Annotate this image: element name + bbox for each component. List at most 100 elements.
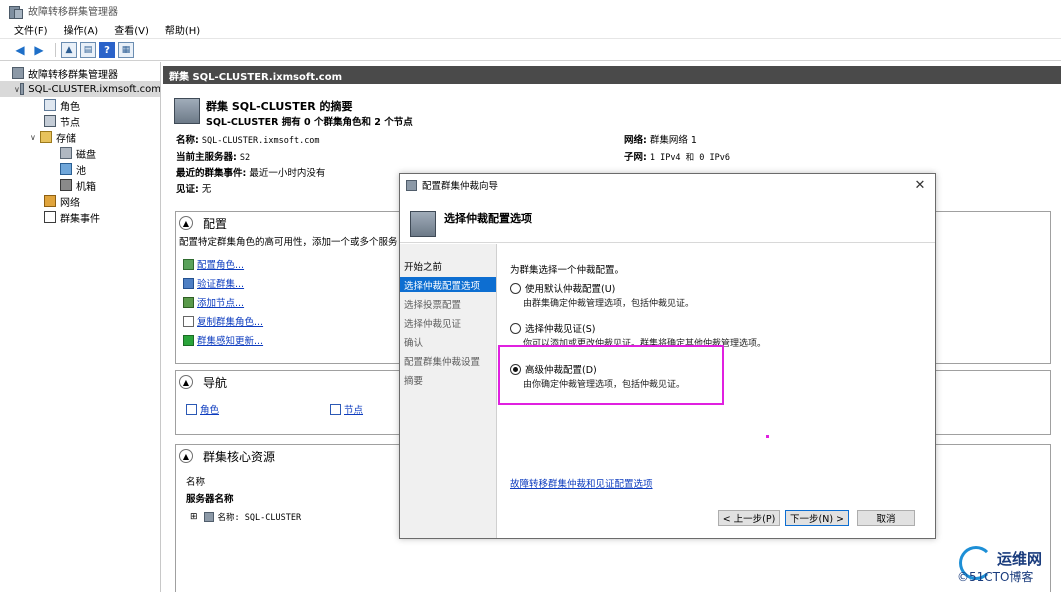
name-value: SQL-CLUSTER.ixmsoft.com (201, 136, 320, 146)
watermark-subtext: ©51CTO博客 (957, 570, 1034, 584)
summary-witness: 见证: 无 (176, 181, 211, 195)
cluster-icon (174, 98, 200, 124)
tree-label: 故障转移群集管理器 (28, 69, 118, 81)
tree-label: 磁盘 (76, 149, 96, 161)
menu-file[interactable]: 文件(F) (14, 22, 48, 37)
tree-item-roles[interactable]: 角色 (44, 97, 80, 113)
subnet-value: 1 IPv4 和 0 IPv6 (649, 153, 730, 163)
tree-item-events[interactable]: 群集事件 (44, 209, 100, 225)
navigation-tree: 故障转移群集管理器 ∨ SQL-CLUSTER.ixmsoft.com 角色 节… (0, 62, 161, 592)
step-before-you-begin: 开始之前 (404, 261, 443, 273)
step-confirm: 确认 (404, 337, 424, 349)
next-button[interactable]: 下一步(N) > (785, 510, 849, 526)
collapse-up-icon[interactable]: ▲ (179, 216, 193, 230)
quorum-wizard-dialog: 配置群集仲裁向导 ✕ 选择仲裁配置选项 开始之前 选择仲裁配置选项 选择投票配置… (399, 173, 936, 539)
group-header: 服务器名称 (186, 494, 234, 505)
link-label: 复制群集角色... (197, 317, 264, 328)
toolbar: ◀ ▶ ▲ ▤ ? ▦ (0, 40, 1061, 61)
dialog-title: 配置群集仲裁向导 (422, 181, 499, 192)
tree-item-root[interactable]: 故障转移群集管理器 (12, 65, 118, 81)
tree-item-enclosures[interactable]: 机箱 (60, 177, 96, 193)
nav-nodes-link[interactable]: 节点 (330, 402, 363, 416)
action-pane-icon[interactable]: ▦ (118, 42, 134, 58)
option-default-quorum[interactable]: 使用默认仲裁配置(U) (510, 281, 615, 295)
menu-view[interactable]: 查看(V) (114, 22, 149, 37)
back-button[interactable]: < 上一步(P) (718, 510, 780, 526)
validate-icon (183, 277, 194, 289)
collapse-up-icon[interactable]: ▲ (179, 449, 193, 463)
radio-button[interactable] (510, 282, 521, 294)
tree-item-networks[interactable]: 网络 (44, 193, 80, 209)
content-header: 群集 SQL-CLUSTER.ixmsoft.com (163, 66, 1061, 84)
tree-item-nodes[interactable]: 节点 (44, 113, 80, 129)
table-row[interactable]: ⊞ 名称: SQL-CLUSTER (190, 511, 301, 523)
cluster-icon (410, 211, 436, 237)
wizard-steps: 开始之前 选择仲裁配置选项 选择投票配置 选择仲裁见证 确认 配置群集仲裁设置 … (400, 244, 497, 538)
tree-label: SQL-CLUSTER.ixmsoft.com (28, 83, 161, 95)
collapse-chevron-icon[interactable]: ∨ (30, 133, 40, 142)
tree-item-storage[interactable]: ∨ 存储 (30, 129, 76, 145)
configure-role-link[interactable]: 配置角色... (183, 257, 244, 271)
forward-arrow-icon[interactable]: ▶ (31, 42, 47, 58)
close-icon[interactable]: ✕ (911, 177, 929, 193)
panel-title: 配置 (203, 216, 228, 231)
tree-item-pools[interactable]: 池 (60, 161, 86, 177)
tree-label: 节点 (60, 117, 80, 129)
menu-help[interactable]: 帮助(H) (165, 22, 200, 37)
cancel-button[interactable]: 取消 (857, 510, 915, 526)
help-icon[interactable]: ? (99, 42, 115, 58)
step-select-witness: 选择仲裁见证 (404, 318, 462, 330)
option-description: 由群集确定仲裁管理选项，包括仲裁见证。 (523, 299, 695, 309)
add-node-link[interactable]: 添加节点... (183, 295, 244, 309)
radio-button[interactable] (510, 322, 521, 334)
back-arrow-icon[interactable]: ◀ (12, 42, 28, 58)
tree-item-cluster[interactable]: ∨ SQL-CLUSTER.ixmsoft.com (0, 81, 161, 97)
expand-plus-icon[interactable]: ⊞ (190, 512, 198, 522)
network-value: 群集网络 1 (649, 135, 697, 146)
tree-label: 存储 (56, 133, 76, 145)
nodes-icon (44, 115, 56, 127)
tree-item-disks[interactable]: 磁盘 (60, 145, 96, 161)
witness-label: 见证: (176, 184, 199, 195)
copy-roles-link[interactable]: 复制群集角色... (183, 314, 263, 328)
show-tree-icon[interactable]: ▤ (80, 42, 96, 58)
radio-button-selected[interactable] (510, 363, 521, 375)
disk-icon (60, 147, 72, 159)
watermark: 运维网 ©51CTO博客 (955, 544, 1061, 592)
validate-cluster-link[interactable]: 验证群集... (183, 276, 244, 290)
summary-network: 网络: 群集网络 1 (624, 132, 697, 146)
storage-icon (40, 131, 52, 143)
option-label: 使用默认仲裁配置(U) (525, 284, 616, 295)
option-advanced-quorum[interactable]: 高级仲裁配置(D) (510, 362, 597, 376)
option-description: 你可以添加或更改仲裁见证。群集将确定其他仲裁管理选项。 (523, 339, 767, 349)
step-select-quorum-option: 选择仲裁配置选项 (400, 277, 496, 292)
copy-icon (183, 315, 194, 327)
quorum-help-link[interactable]: 故障转移群集仲裁和见证配置选项 (510, 476, 653, 490)
resource-name: 名称: SQL-CLUSTER (217, 513, 302, 523)
summary-name: 名称: SQL-CLUSTER.ixmsoft.com (176, 132, 320, 146)
subnet-label: 子网: (624, 152, 647, 163)
tree-label: 机箱 (76, 181, 96, 193)
events-icon (44, 211, 56, 223)
tree-label: 角色 (60, 101, 80, 113)
step-configure-quorum: 配置群集仲裁设置 (404, 356, 481, 368)
witness-value: 无 (201, 184, 212, 195)
window-titlebar: 故障转移群集管理器 (0, 0, 1061, 21)
link-label: 角色 (200, 405, 220, 416)
enclosure-icon (60, 179, 72, 191)
menu-bar: 文件(F) 操作(A) 查看(V) 帮助(H) (0, 21, 1061, 39)
step-select-voting: 选择投票配置 (404, 299, 462, 311)
roles-icon (44, 99, 56, 111)
cluster-aware-update-link[interactable]: 群集感知更新... (183, 333, 263, 347)
link-label: 节点 (344, 405, 364, 416)
menu-action[interactable]: 操作(A) (64, 22, 99, 37)
column-header-name[interactable]: 名称 (186, 474, 205, 488)
summary-subnet: 子网: 1 IPv4 和 0 IPv6 (624, 149, 730, 163)
name-label: 名称: (176, 135, 199, 146)
tree-label: 池 (76, 165, 86, 177)
option-select-witness[interactable]: 选择仲裁见证(S) (510, 321, 595, 335)
collapse-up-icon[interactable]: ▲ (179, 375, 193, 389)
up-folder-icon[interactable]: ▲ (61, 42, 77, 58)
panel-title: 群集核心资源 (203, 449, 276, 464)
nav-roles-link[interactable]: 角色 (186, 402, 219, 416)
